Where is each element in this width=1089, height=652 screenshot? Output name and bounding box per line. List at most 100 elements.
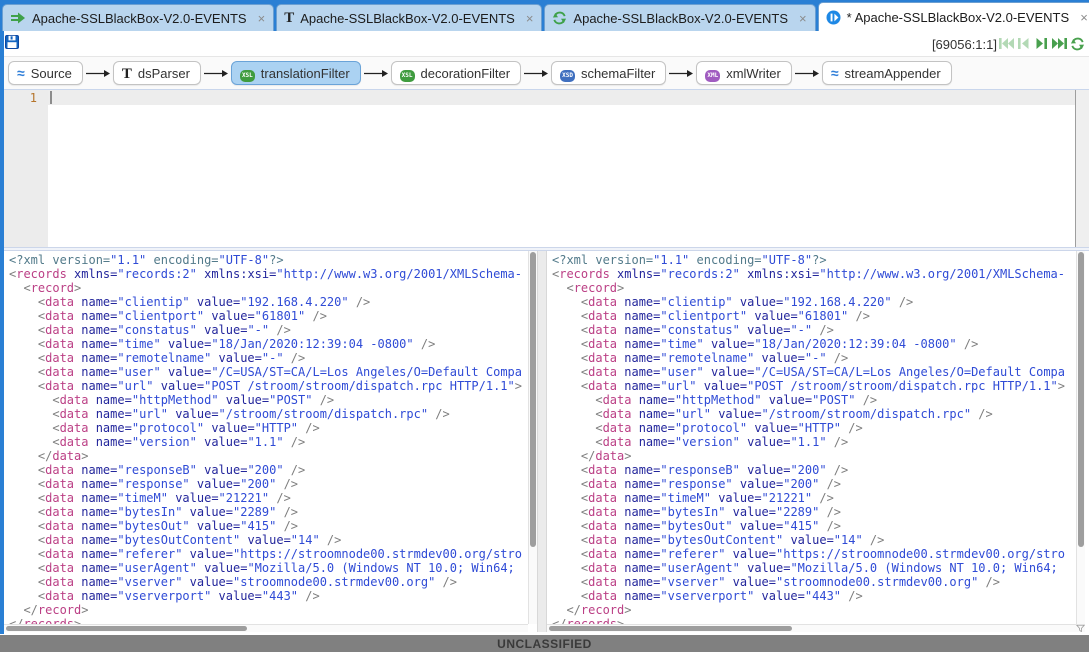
xml-line: <data name="userAgent" value="Mozilla/5.… [9, 561, 527, 575]
xml-line: <record> [9, 281, 527, 295]
xml-line: <data name="clientport" value="61801" /> [552, 309, 1075, 323]
xml-line: <data name="url" value="POST /stroom/str… [552, 379, 1075, 393]
xml-line: <data name="url" value="/stroom/stroom/d… [9, 407, 527, 421]
pipeline-element-label: xmlWriter [726, 66, 781, 81]
xml-line: <data name="version" value="1.1" /> [9, 435, 527, 449]
xslt-badge-icon: XSL [400, 65, 415, 82]
text-converter-icon: T [284, 12, 294, 24]
refresh-icon[interactable] [1069, 36, 1086, 51]
xml-line: <data name="bytesOut" value="415" /> [9, 519, 527, 533]
pipeline-element-xmlWriter[interactable]: XML xmlWriter [696, 61, 791, 85]
xml-line: </record> [9, 603, 527, 617]
xml-line: <data name="bytesIn" value="2289" /> [9, 505, 527, 519]
xml-line: </data> [552, 449, 1075, 463]
xml-line: </records> [552, 617, 1075, 624]
scrollbar-thumb[interactable] [1078, 252, 1084, 547]
pipeline-arrow-icon [669, 69, 693, 78]
xml-line: <data name="protocol" value="HTTP" /> [552, 421, 1075, 435]
pipeline-arrow-icon [795, 69, 819, 78]
xml-line: <record> [552, 281, 1075, 295]
xml-line: <data name="referer" value="https://stro… [552, 547, 1075, 561]
scrollbar-thumb[interactable] [549, 626, 792, 631]
xml-line: <data name="vserverport" value="443" /> [9, 589, 527, 603]
stepping-input-panel[interactable]: <?xml version="1.1" encoding="UTF-8"?><r… [4, 251, 538, 632]
step-first-icon[interactable] [997, 36, 1014, 51]
input-xml-code[interactable]: <?xml version="1.1" encoding="UTF-8"?><r… [9, 253, 527, 624]
xml-line: <?xml version="1.1" encoding="UTF-8"?> [552, 253, 1075, 267]
editor-gutter: 1 [4, 90, 48, 247]
tab-label: * Apache-SSLBlackBox-V2.0-EVENTS [847, 10, 1070, 25]
filter-icon[interactable] [1076, 624, 1085, 632]
stepping-toolbar: [69056:1:1] [0, 31, 1089, 57]
xml-line: <data name="url" value="POST /stroom/str… [9, 379, 527, 393]
pipeline-element-label: translationFilter [261, 66, 350, 81]
xml-badge-icon: XML [705, 65, 720, 82]
tab-label: Apache-SSLBlackBox-V2.0-EVENTS [300, 11, 515, 26]
pipeline-element-streamAppender[interactable]: ≈streamAppender [822, 61, 952, 85]
stepping-editor[interactable]: 1 [4, 90, 1089, 247]
pipeline-element-label: decorationFilter [421, 66, 511, 81]
xml-line: <data name="bytesOut" value="415" /> [552, 519, 1075, 533]
save-icon[interactable] [5, 35, 19, 54]
pipeline-element-dsParser[interactable]: TdsParser [113, 61, 201, 85]
xml-line: <data name="bytesOutContent" value="14" … [9, 533, 527, 547]
xml-line: <data name="httpMethod" value="POST" /> [9, 393, 527, 407]
step-forward-icon[interactable] [1033, 36, 1050, 51]
pipeline-element-label: dsParser [138, 66, 190, 81]
xml-line: <data name="response" value="200" /> [9, 477, 527, 491]
text-parser-icon: T [122, 66, 132, 81]
xml-line: <data name="userAgent" value="Mozilla/5.… [552, 561, 1075, 575]
line-number: 1 [4, 90, 48, 106]
pipeline-arrow-icon [86, 69, 110, 78]
tab-close-icon[interactable]: × [1078, 10, 1089, 25]
xml-line: <data name="timeM" value="21221" /> [552, 491, 1075, 505]
stepping-output-panel[interactable]: <?xml version="1.1" encoding="UTF-8"?><r… [546, 251, 1085, 632]
xml-line: <data name="remotelname" value="-" /> [552, 351, 1075, 365]
pipeline-element-schemaFilter[interactable]: XSDschemaFilter [551, 61, 666, 85]
xml-line: <records xmlns="records:2" xmlns:xsi="ht… [9, 267, 527, 281]
pane-divider[interactable] [538, 251, 546, 632]
pipeline-element-decorationFilter[interactable]: XSL decorationFilter [391, 61, 521, 85]
pipeline-element-Source[interactable]: ≈Source [8, 61, 83, 85]
tab-close-icon[interactable]: × [524, 11, 536, 26]
xml-line: <data name="constatus" value="-" /> [552, 323, 1075, 337]
scrollbar-thumb[interactable] [530, 252, 536, 547]
xml-line: <data name="protocol" value="HTTP" /> [9, 421, 527, 435]
scrollbar-thumb[interactable] [6, 626, 247, 631]
xml-line: <data name="user" value="/C=USA/ST=CA/L=… [552, 365, 1075, 379]
xml-line: <data name="vserver" value="stroomnode00… [552, 575, 1075, 589]
xsd-badge-icon: XSD [560, 65, 575, 82]
xml-line: <data name="responseB" value="200" /> [9, 463, 527, 477]
vertical-scrollbar[interactable] [528, 251, 537, 624]
tab-4[interactable]: * Apache-SSLBlackBox-V2.0-EVENTS × [818, 2, 1089, 31]
xml-line: <data name="url" value="/stroom/stroom/d… [552, 407, 1075, 421]
step-backward-icon[interactable] [1015, 36, 1032, 51]
tab-close-icon[interactable]: × [797, 11, 809, 26]
tab-2[interactable]: T Apache-SSLBlackBox-V2.0-EVENTS × [276, 4, 542, 31]
step-nav-group [997, 36, 1086, 51]
xml-line: </data> [9, 449, 527, 463]
xml-line: <data name="responseB" value="200" /> [552, 463, 1075, 477]
output-xml-code[interactable]: <?xml version="1.1" encoding="UTF-8"?><r… [552, 253, 1075, 624]
xml-line: <records xmlns="records:2" xmlns:xsi="ht… [552, 267, 1075, 281]
xml-line: <data name="time" value="18/Jan/2020:12:… [552, 337, 1075, 351]
pipeline-icon [826, 10, 841, 25]
editor-scrollbar[interactable] [1075, 90, 1089, 247]
pipeline-arrow-icon [364, 69, 388, 78]
text-caret [50, 91, 52, 104]
tab-close-icon[interactable]: × [256, 11, 268, 26]
xml-line: <data name="httpMethod" value="POST" /> [552, 393, 1075, 407]
feed-icon [10, 12, 26, 24]
horizontal-scrollbar[interactable] [4, 624, 528, 632]
tab-1[interactable]: Apache-SSLBlackBox-V2.0-EVENTS× [2, 4, 274, 31]
horizontal-scrollbar[interactable] [547, 624, 1076, 632]
xml-line: <data name="timeM" value="21221" /> [9, 491, 527, 505]
tab-3[interactable]: Apache-SSLBlackBox-V2.0-EVENTS × [544, 4, 815, 31]
step-last-icon[interactable] [1051, 36, 1068, 51]
pipeline-arrow-icon [524, 69, 548, 78]
vertical-scrollbar[interactable] [1076, 251, 1085, 624]
xslt-badge-icon: XSL [240, 65, 255, 82]
xml-line: <data name="clientport" value="61801" /> [9, 309, 527, 323]
pipeline-element-translationFilter[interactable]: XSL translationFilter [231, 61, 361, 85]
tab-label: Apache-SSLBlackBox-V2.0-EVENTS [573, 11, 788, 26]
